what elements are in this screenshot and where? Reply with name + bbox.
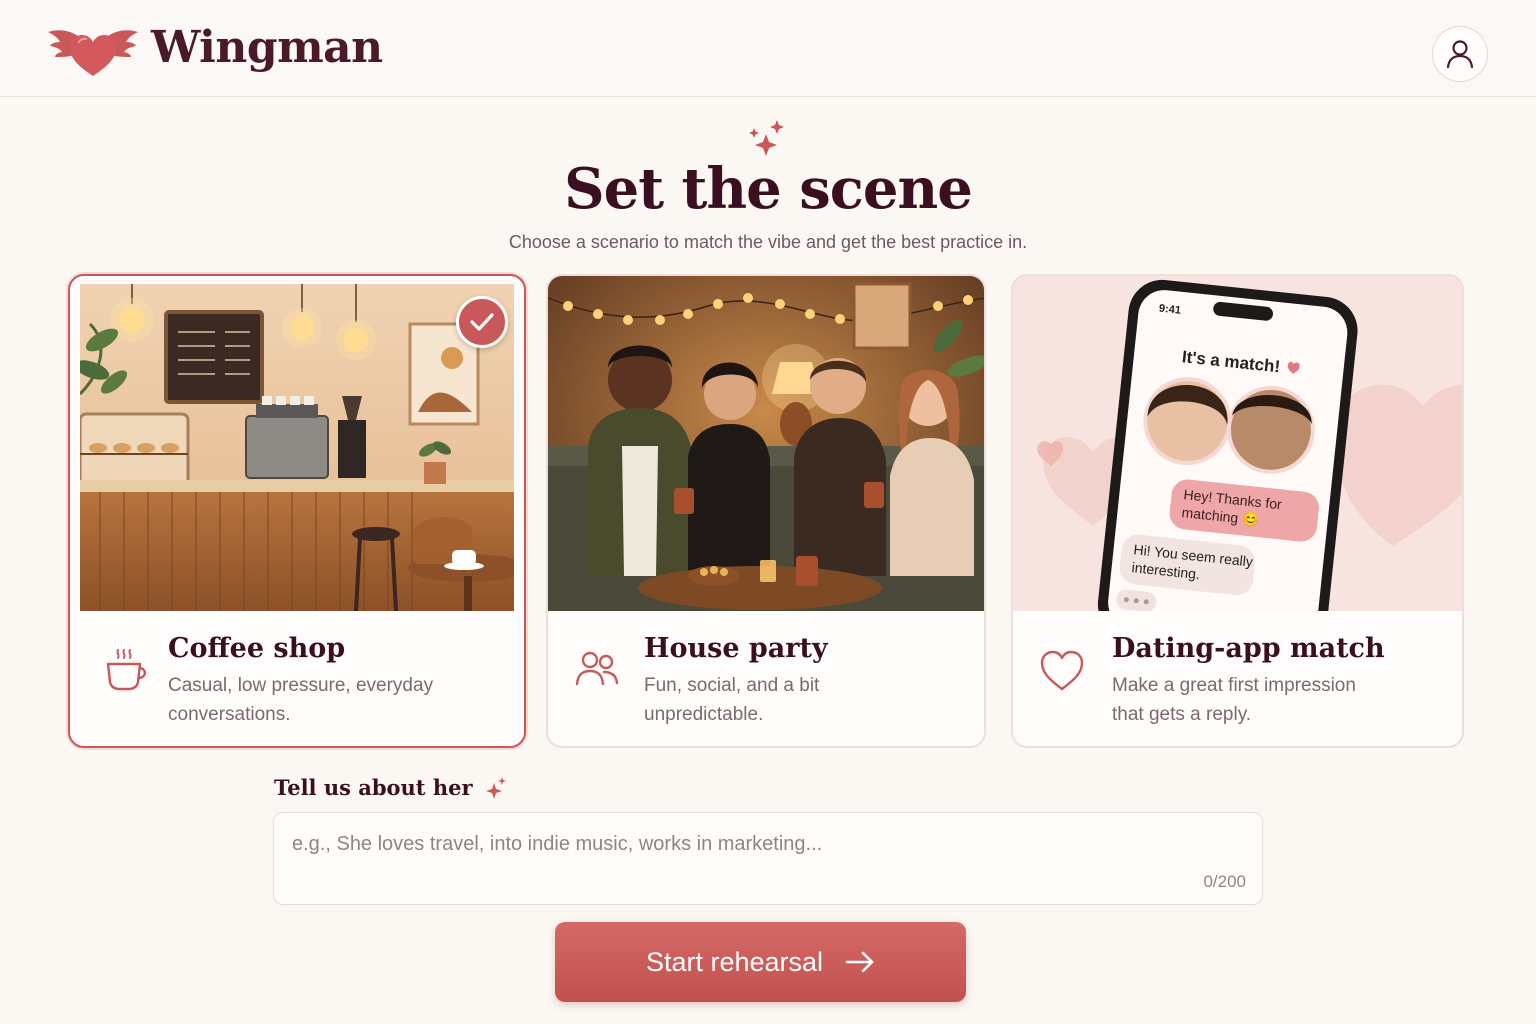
house-party-illustration (548, 276, 984, 611)
about-her-field[interactable]: 0/200 (273, 812, 1263, 905)
checkmark-icon (470, 313, 494, 331)
winged-heart-icon (48, 30, 138, 76)
user-icon (1446, 40, 1474, 69)
app-header: Wingman (0, 0, 1536, 97)
scenario-card-dating-app-match[interactable]: 9:41 It's a match! Hey! Thanks for match… (1011, 274, 1464, 748)
selected-check-badge (456, 296, 508, 348)
start-rehearsal-label: Start rehearsal (645, 946, 824, 977)
profile-button[interactable] (1432, 26, 1488, 82)
start-rehearsal-button[interactable]: Start rehearsal (555, 922, 966, 1002)
scenario-card-coffee-shop[interactable]: Coffee shop Casual, low pressure, everyd… (68, 274, 526, 748)
scenario-desc-line-2: conversations. (168, 704, 291, 725)
coffee-shop-illustration (80, 284, 514, 611)
sparkle-icon (485, 776, 506, 799)
brand-name: Wingman (151, 22, 383, 73)
arrow-right-icon (845, 951, 874, 973)
heart-icon (1040, 650, 1084, 691)
scenario-description: Fun, social, and a bit unpredictable. (644, 671, 819, 729)
character-counter: 0/200 (1203, 872, 1246, 891)
phone-time: 9:41 (1158, 303, 1181, 317)
coffee-cup-icon (106, 649, 147, 691)
scenario-card-house-party[interactable]: House party Fun, social, and a bit unpre… (546, 274, 986, 748)
scenario-desc-line-2: unpredictable. (644, 704, 764, 725)
about-her-input[interactable] (274, 813, 1262, 904)
dating-app-illustration: 9:41 It's a match! Hey! Thanks for match… (1013, 276, 1462, 611)
people-icon (575, 651, 619, 686)
sparkle-icon (749, 120, 784, 156)
scenario-desc-line-1: Make a great first impression (1112, 675, 1356, 696)
scenario-title: Dating-app match (1112, 633, 1385, 664)
page-title: Set the scene (564, 156, 973, 222)
scenario-desc-line-1: Fun, social, and a bit (644, 675, 820, 696)
about-her-label-text: Tell us about her (274, 775, 473, 800)
about-her-label: Tell us about her (274, 775, 507, 800)
scenario-desc-line-2: that gets a reply. (1112, 704, 1252, 725)
scenario-description: Make a great first impression that gets … (1112, 671, 1356, 729)
page-subtitle: Choose a scenario to match the vibe and … (508, 232, 1028, 252)
scenario-title: Coffee shop (168, 633, 346, 664)
scenario-description: Casual, low pressure, everyday conversat… (168, 671, 433, 729)
wingman-logo[interactable] (48, 26, 138, 78)
scenario-desc-line-1: Casual, low pressure, everyday (168, 675, 434, 696)
scenario-title: House party (644, 633, 828, 664)
